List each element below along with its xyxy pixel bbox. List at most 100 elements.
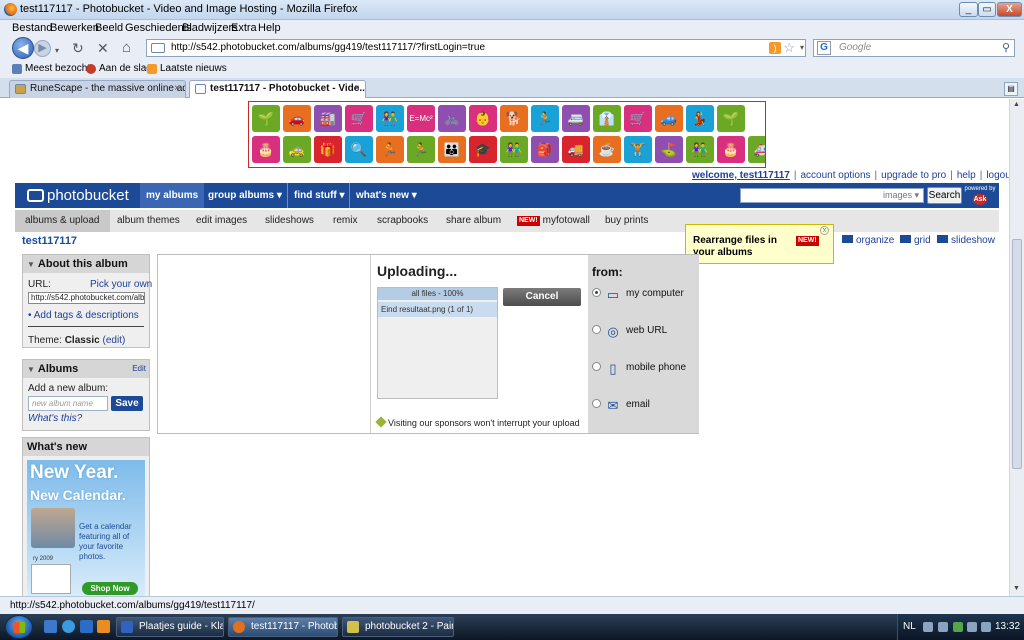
menu-bewerken[interactable]: Bewerken <box>50 22 99 34</box>
collapse-triangle-icon[interactable]: ▼ <box>27 260 35 269</box>
pick-your-own-link[interactable]: Pick your own <box>90 279 152 290</box>
maximize-button[interactable]: ▭ <box>978 2 996 17</box>
search-magnifier-icon[interactable]: ⚲ <box>1002 41 1010 54</box>
bookmark-star-icon[interactable]: ☆ <box>783 40 795 56</box>
ad-banner[interactable]: 🌱🚗🏭🛒👫E=Mc²🚲👶🐕🏃🚐👔🛒🚙💃🌱🎂🚕🎁🔍🏃🏃👪🎓👫🎒🚚☕🏋⛳👫🎂🚑 <box>248 101 766 168</box>
start-button[interactable] <box>5 615 33 639</box>
nav-group-albums[interactable]: group albums ▾ <box>202 183 288 208</box>
subnav-slideshows[interactable]: slideshows <box>255 210 324 232</box>
album-url-field[interactable]: http://s542.photobucket.com/albums/gg419… <box>28 292 145 304</box>
subnav-remix[interactable]: remix <box>323 210 367 232</box>
rss-icon[interactable]: ) <box>769 42 781 54</box>
source-my-computer[interactable]: ▭ my computer <box>592 288 684 302</box>
welcome-link[interactable]: welcome, test117117 <box>692 170 790 181</box>
radio[interactable] <box>592 325 601 334</box>
theme-edit-link[interactable]: (edit) <box>103 335 126 346</box>
rearrange-tooltip[interactable]: Rearrange files in your albums NEW! x <box>685 224 834 264</box>
album-title[interactable]: test117117 <box>22 235 77 247</box>
taskbar-item-paint[interactable]: photobucket 2 - Paint <box>342 617 454 637</box>
tray-battery-icon[interactable] <box>967 622 977 632</box>
save-album-button[interactable]: Save <box>111 396 143 411</box>
scroll-up-icon[interactable]: ▲ <box>1013 101 1020 108</box>
tooltip-close-icon[interactable]: x <box>820 226 829 235</box>
subnav-myfotowall[interactable]: NEW! myfotowall <box>507 210 600 232</box>
google-icon[interactable]: G <box>817 41 831 55</box>
radio[interactable] <box>592 362 601 371</box>
bookmark-aan-de-slag[interactable]: Aan de slag <box>99 63 152 74</box>
menu-help[interactable]: Help <box>258 22 281 34</box>
source-mobile-phone[interactable]: ▯ mobile phone <box>592 362 686 376</box>
help-link[interactable]: help <box>957 170 976 181</box>
tray-network-icon[interactable] <box>938 622 948 632</box>
upgrade-link[interactable]: upgrade to pro <box>881 170 946 181</box>
scroll-down-icon[interactable]: ▼ <box>1013 585 1020 592</box>
source-email[interactable]: ✉ email <box>592 399 650 413</box>
albums-edit-link[interactable]: Edit <box>132 360 146 378</box>
new-album-input[interactable]: new album name <box>28 396 108 411</box>
photobucket-logo[interactable]: photobucket <box>27 187 129 204</box>
nav-my-albums[interactable]: my albums <box>140 183 205 208</box>
view-grid[interactable]: grid <box>900 235 931 246</box>
subnav-album-themes[interactable]: album themes <box>107 210 190 232</box>
subnav-share-album[interactable]: share album <box>436 210 511 232</box>
panel-header[interactable]: ▼ Albums Edit <box>23 360 149 378</box>
menu-bladwijzers[interactable]: Bladwijzers <box>182 22 238 34</box>
site-search-button[interactable]: Search <box>927 187 962 204</box>
tab-close-icon[interactable]: × <box>354 81 360 97</box>
taskbar-item-firefox[interactable]: test117117 - Photob... <box>228 617 338 637</box>
account-options-link[interactable]: account options <box>800 170 870 181</box>
subnav-scrapbooks[interactable]: scrapbooks <box>367 210 438 232</box>
taskbar-item-word[interactable]: Plaatjes guide - Klad... <box>116 617 224 637</box>
scrollbar-thumb[interactable] <box>1012 239 1022 469</box>
home-icon[interactable]: ⌂ <box>122 40 131 56</box>
subnav-buy-prints[interactable]: buy prints <box>595 210 658 232</box>
tab-runescape[interactable]: RuneScape - the massive online adv... × <box>9 80 186 98</box>
url-dropdown-icon[interactable]: ▾ <box>800 43 804 52</box>
radio[interactable] <box>592 399 601 408</box>
language-indicator[interactable]: NL <box>903 621 916 632</box>
menu-bestand[interactable]: Bestand <box>12 22 52 34</box>
list-all-tabs-button[interactable]: ▤ <box>1004 82 1018 96</box>
menu-beeld[interactable]: Beeld <box>95 22 123 34</box>
panel-header[interactable]: ▼ About this album <box>23 255 149 273</box>
add-tags-link[interactable]: • Add tags & descriptions <box>28 310 139 321</box>
tray-security-icon[interactable] <box>953 622 963 632</box>
source-web-url[interactable]: ◎ web URL <box>592 325 667 339</box>
address-bar[interactable]: http://s542.photobucket.com/albums/gg419… <box>146 39 806 57</box>
close-window-button[interactable]: X <box>997 2 1022 17</box>
clock[interactable]: 13:32 <box>995 621 1020 632</box>
whats-this-link[interactable]: What's this? <box>28 413 82 424</box>
subnav-edit-images[interactable]: edit images <box>186 210 257 232</box>
vertical-scrollbar[interactable]: ▲ ▼ <box>1009 99 1024 596</box>
radio-selected[interactable] <box>592 288 601 297</box>
tab-close-icon[interactable]: × <box>174 81 180 97</box>
tray-volume-icon[interactable] <box>981 622 991 632</box>
nav-find-stuff[interactable]: find stuff ▾ <box>287 183 351 208</box>
switch-windows-icon[interactable] <box>80 620 93 633</box>
collapse-triangle-icon[interactable]: ▼ <box>27 365 35 374</box>
bookmark-laatste-nieuws[interactable]: Laatste nieuws <box>160 63 227 74</box>
stop-icon[interactable]: ✕ <box>97 40 109 56</box>
view-organize[interactable]: organize <box>842 235 894 246</box>
history-dropdown-icon[interactable]: ▾ <box>55 43 59 59</box>
shop-now-button[interactable]: Shop Now <box>82 582 138 595</box>
nav-whats-new[interactable]: what's new ▾ <box>349 183 423 208</box>
back-button[interactable]: ◀ <box>12 37 34 59</box>
search-box[interactable]: G Google ⚲ <box>813 39 1015 57</box>
site-search-input[interactable]: images ▾ <box>740 188 924 203</box>
bookmark-meest-bezocht[interactable]: Meest bezocht <box>25 63 90 74</box>
search-scope-select[interactable]: images ▾ <box>883 190 919 200</box>
tray-keyboard-icon[interactable] <box>923 622 933 632</box>
tab-photobucket[interactable]: test117117 - Photobucket - Vide... × <box>189 80 366 98</box>
media-player-icon[interactable] <box>97 620 110 633</box>
subnav-albums-upload[interactable]: albums & upload <box>15 210 110 232</box>
show-desktop-icon[interactable] <box>44 620 57 633</box>
calendar-promo[interactable]: New Year. New Calendar. Get a calendar f… <box>27 460 145 596</box>
internet-explorer-icon[interactable] <box>62 620 75 633</box>
reload-icon[interactable]: ↻ <box>72 40 84 56</box>
forward-button[interactable]: ▶ <box>34 40 51 57</box>
minimize-button[interactable]: _ <box>959 2 978 17</box>
cancel-upload-button[interactable]: Cancel <box>503 288 581 306</box>
menu-extra[interactable]: Extra <box>231 22 257 34</box>
view-slideshow[interactable]: slideshow <box>937 235 995 246</box>
